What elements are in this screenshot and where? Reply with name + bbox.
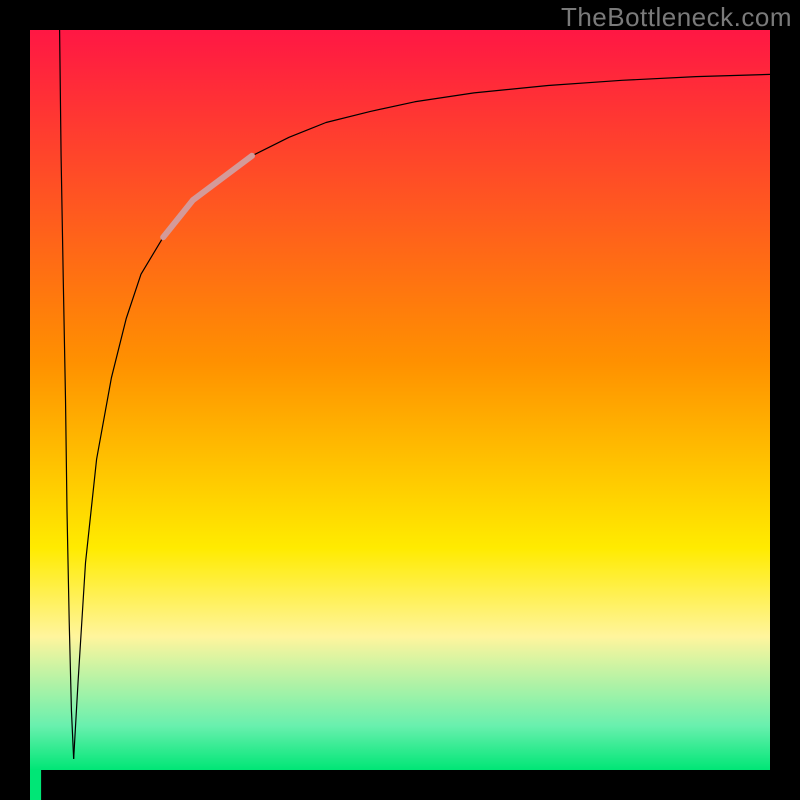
watermark-label: TheBottleneck.com [561, 2, 792, 33]
frame-notch [30, 770, 41, 800]
chart-background [30, 30, 770, 770]
chart-canvas [0, 0, 800, 800]
chart-stage: TheBottleneck.com [0, 0, 800, 800]
